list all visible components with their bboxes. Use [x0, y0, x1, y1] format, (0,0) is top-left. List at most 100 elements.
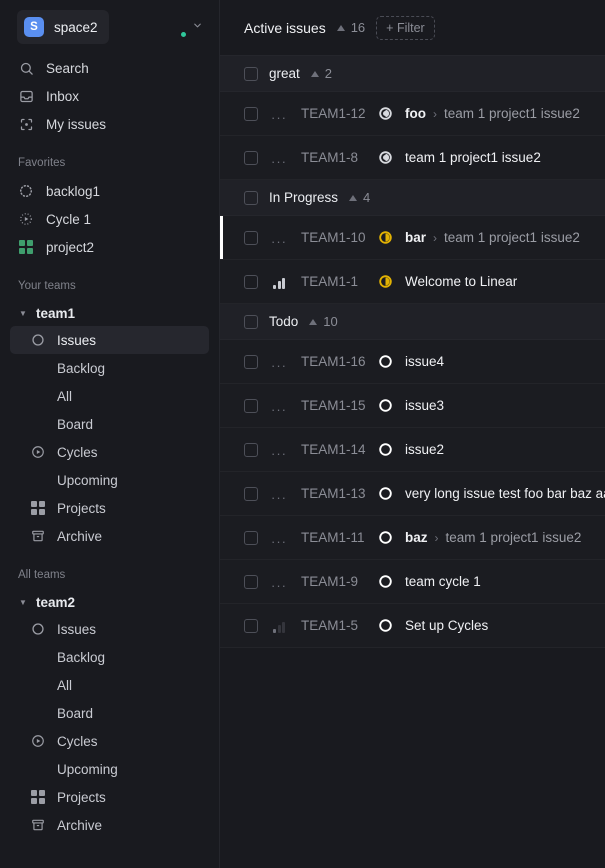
- sidebar-item-label: Cycles: [57, 444, 98, 460]
- priority-none-icon[interactable]: ···: [269, 151, 289, 168]
- issue-row[interactable]: ··· TEAM1-8 team 1 project1 issue2: [220, 136, 605, 180]
- search-icon: [18, 60, 34, 76]
- priority-none-icon[interactable]: ···: [269, 107, 289, 124]
- issue-select-checkbox[interactable]: [244, 150, 258, 165]
- issue-title-cell: foo › team 1 project1 issue2: [405, 106, 580, 121]
- group-count: 10: [309, 314, 338, 329]
- status-in-progress-icon[interactable]: [378, 274, 393, 289]
- issue-select-checkbox[interactable]: [244, 530, 258, 545]
- sidebar-item-team1-all[interactable]: All: [10, 382, 209, 410]
- sidebar-item-team2-board[interactable]: Board: [10, 699, 209, 727]
- group-count: 4: [349, 190, 370, 205]
- status-in-progress-icon[interactable]: [378, 230, 393, 245]
- issue-select-checkbox[interactable]: [244, 442, 258, 457]
- sidebar-item-team2-upcoming[interactable]: Upcoming: [10, 755, 209, 783]
- sidebar-item-label: Board: [57, 705, 94, 721]
- status-todo-icon[interactable]: [378, 442, 393, 457]
- sidebar-item-team2-archive[interactable]: Archive: [10, 811, 209, 839]
- priority-none-icon[interactable]: ···: [269, 575, 289, 592]
- sidebar-item-team1-archive[interactable]: Archive: [10, 522, 209, 550]
- issue-row[interactable]: ··· TEAM1-10 bar › team 1 project1 issue2: [220, 216, 605, 260]
- sidebar-item-team1-cycles[interactable]: Cycles: [10, 438, 209, 466]
- chevron-down-icon[interactable]: [192, 20, 203, 34]
- sidebar-item-inbox[interactable]: Inbox: [10, 82, 209, 110]
- issue-row[interactable]: TEAM1-1 Welcome to Linear: [220, 260, 605, 304]
- issue-select-checkbox[interactable]: [244, 398, 258, 413]
- sidebar-item-team2-all[interactable]: All: [10, 671, 209, 699]
- priority-none-icon[interactable]: ···: [269, 531, 289, 548]
- group-header[interactable]: great 2: [220, 56, 605, 92]
- issue-row[interactable]: ··· TEAM1-14 issue2: [220, 428, 605, 472]
- group-select-checkbox[interactable]: [244, 314, 258, 329]
- inbox-icon: [18, 88, 34, 104]
- sidebar-item-team2-backlog[interactable]: Backlog: [10, 643, 209, 671]
- group-header[interactable]: Todo 10: [220, 304, 605, 340]
- group-count-value: 4: [363, 190, 371, 205]
- sidebar-item-my-issues[interactable]: My issues: [10, 110, 209, 138]
- triangle-icon: [349, 194, 358, 201]
- status-todo-icon[interactable]: [378, 354, 393, 369]
- issue-title-cell: bar › team 1 project1 issue2: [405, 230, 580, 245]
- workspace-switcher[interactable]: S space2: [17, 10, 109, 44]
- status-todo-icon[interactable]: [378, 530, 393, 545]
- team-row-team1[interactable]: ▼ team1: [10, 300, 209, 326]
- priority-none-icon[interactable]: ···: [269, 399, 289, 416]
- issue-title-cell: issue2: [405, 442, 444, 457]
- issue-count: 16: [336, 20, 365, 35]
- project-grid-icon: [18, 239, 34, 255]
- sidebar-item-project2[interactable]: project2: [10, 233, 209, 261]
- project-grid-icon: [30, 500, 46, 516]
- sidebar-item-team2-issues[interactable]: Issues: [10, 615, 209, 643]
- sidebar-item-team1-projects[interactable]: Projects: [10, 494, 209, 522]
- priority-low-icon[interactable]: [269, 619, 289, 633]
- issue-select-checkbox[interactable]: [244, 354, 258, 369]
- sidebar-item-team2-cycles[interactable]: Cycles: [10, 727, 209, 755]
- status-done-icon[interactable]: [378, 150, 393, 165]
- sidebar-item-backlog1[interactable]: backlog1: [10, 177, 209, 205]
- group-select-checkbox[interactable]: [244, 66, 258, 81]
- issue-row[interactable]: ··· TEAM1-13 very long issue test foo bar …: [220, 472, 605, 516]
- issue-row[interactable]: ··· TEAM1-11 baz › team 1 project1 issue2: [220, 516, 605, 560]
- issue-row[interactable]: ··· TEAM1-15 issue3: [220, 384, 605, 428]
- add-filter-button[interactable]: + Filter: [376, 15, 435, 40]
- sidebar-item-label: Backlog: [57, 649, 106, 665]
- triangle-icon: [310, 70, 319, 77]
- sidebar-item-cycle-1[interactable]: Cycle 1: [10, 205, 209, 233]
- group-select-checkbox[interactable]: [244, 190, 258, 205]
- issue-row[interactable]: ··· TEAM1-16 issue4: [220, 340, 605, 384]
- issue-select-checkbox[interactable]: [244, 274, 258, 289]
- sidebar-item-team1-board[interactable]: Board: [10, 410, 209, 438]
- priority-none-icon[interactable]: ···: [269, 355, 289, 372]
- status-done-icon[interactable]: [378, 106, 393, 121]
- issue-row[interactable]: ··· TEAM1-9 team cycle 1: [220, 560, 605, 604]
- issue-select-checkbox[interactable]: [244, 486, 258, 501]
- chevron-down-icon: ▼: [19, 308, 27, 318]
- sidebar-item-team1-backlog[interactable]: Backlog: [10, 354, 209, 382]
- sidebar-item-team1-upcoming[interactable]: Upcoming: [10, 466, 209, 494]
- priority-none-icon[interactable]: ···: [269, 443, 289, 460]
- issue-select-checkbox[interactable]: [244, 618, 258, 633]
- team-row-team2[interactable]: ▼ team2: [10, 589, 209, 615]
- status-todo-icon[interactable]: [378, 618, 393, 633]
- status-todo-icon[interactable]: [378, 574, 393, 589]
- sidebar-item-label: Archive: [57, 528, 103, 544]
- sidebar-item-team1-issues[interactable]: Issues: [10, 326, 209, 354]
- issue-subtitle: team 1 project1 issue2: [444, 230, 580, 245]
- priority-none-icon[interactable]: ···: [269, 487, 289, 504]
- sidebar-item-team2-projects[interactable]: Projects: [10, 783, 209, 811]
- issue-title: foo: [405, 106, 426, 121]
- issue-select-checkbox[interactable]: [244, 230, 258, 245]
- priority-none-icon[interactable]: ···: [269, 231, 289, 248]
- issue-row[interactable]: TEAM1-5 Set up Cycles: [220, 604, 605, 648]
- status-todo-icon[interactable]: [378, 398, 393, 413]
- priority-high-icon[interactable]: [269, 275, 289, 289]
- sidebar-item-search[interactable]: Search: [10, 54, 209, 82]
- avatar[interactable]: [165, 16, 188, 39]
- status-todo-icon[interactable]: [378, 486, 393, 501]
- issue-select-checkbox[interactable]: [244, 574, 258, 589]
- issue-select-checkbox[interactable]: [244, 106, 258, 121]
- issue-list: great 2 ··· TEAM1-12 foo › team 1 project1 iss…: [220, 56, 605, 648]
- sidebar-item-label: Projects: [57, 789, 106, 805]
- issue-row[interactable]: ··· TEAM1-12 foo › team 1 project1 issue2: [220, 92, 605, 136]
- group-header[interactable]: In Progress 4: [220, 180, 605, 216]
